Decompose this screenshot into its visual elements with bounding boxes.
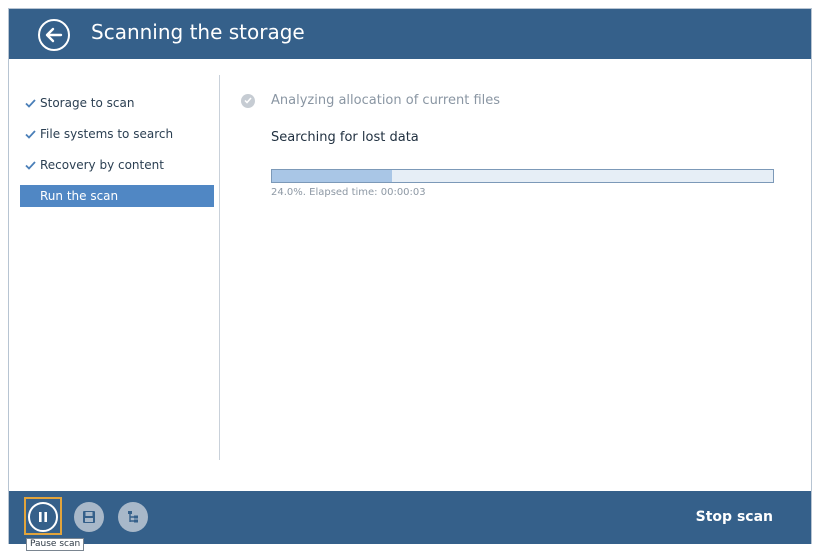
checkmark-icon [20,98,40,108]
header-bar: Scanning the storage [9,9,811,59]
file-tree-button[interactable] [118,502,148,532]
step-storage-to-scan: Storage to scan [20,92,214,114]
progress-bar [271,169,774,183]
back-arrow-icon [45,27,63,43]
pause-scan-tooltip: Pause scan [26,538,85,551]
checkmark-icon [20,129,40,139]
completed-stage-label: Analyzing allocation of current files [271,93,501,108]
step-label: File systems to search [40,127,174,141]
footer-bar: Stop scan [9,491,811,544]
save-icon [83,511,95,523]
pause-button[interactable] [28,502,58,532]
current-stage-label: Searching for lost data [271,130,419,145]
step-list: Storage to scan File systems to search R… [20,92,214,216]
save-scan-button[interactable] [74,502,104,532]
tree-icon [128,511,138,523]
progress-status: 24.0%. Elapsed time: 00:00:03 [271,187,426,198]
completed-check-icon [241,93,255,108]
divider [219,75,220,460]
completed-stage: Analyzing allocation of current files [241,93,500,108]
progress-fill [272,170,393,182]
page-title: Scanning the storage [91,20,305,44]
pause-icon [39,512,47,522]
app-window: Scanning the storage Storage to scan Fil… [8,8,812,544]
checkmark-icon [20,160,40,170]
step-label: Run the scan [40,189,119,203]
step-file-systems: File systems to search [20,123,214,145]
back-button[interactable] [38,19,70,51]
step-run-the-scan: Run the scan [20,185,214,207]
stop-scan-button[interactable]: Stop scan [696,509,773,525]
step-label: Storage to scan [40,96,135,110]
step-label: Recovery by content [40,158,164,172]
step-recovery-by-content: Recovery by content [20,154,214,176]
